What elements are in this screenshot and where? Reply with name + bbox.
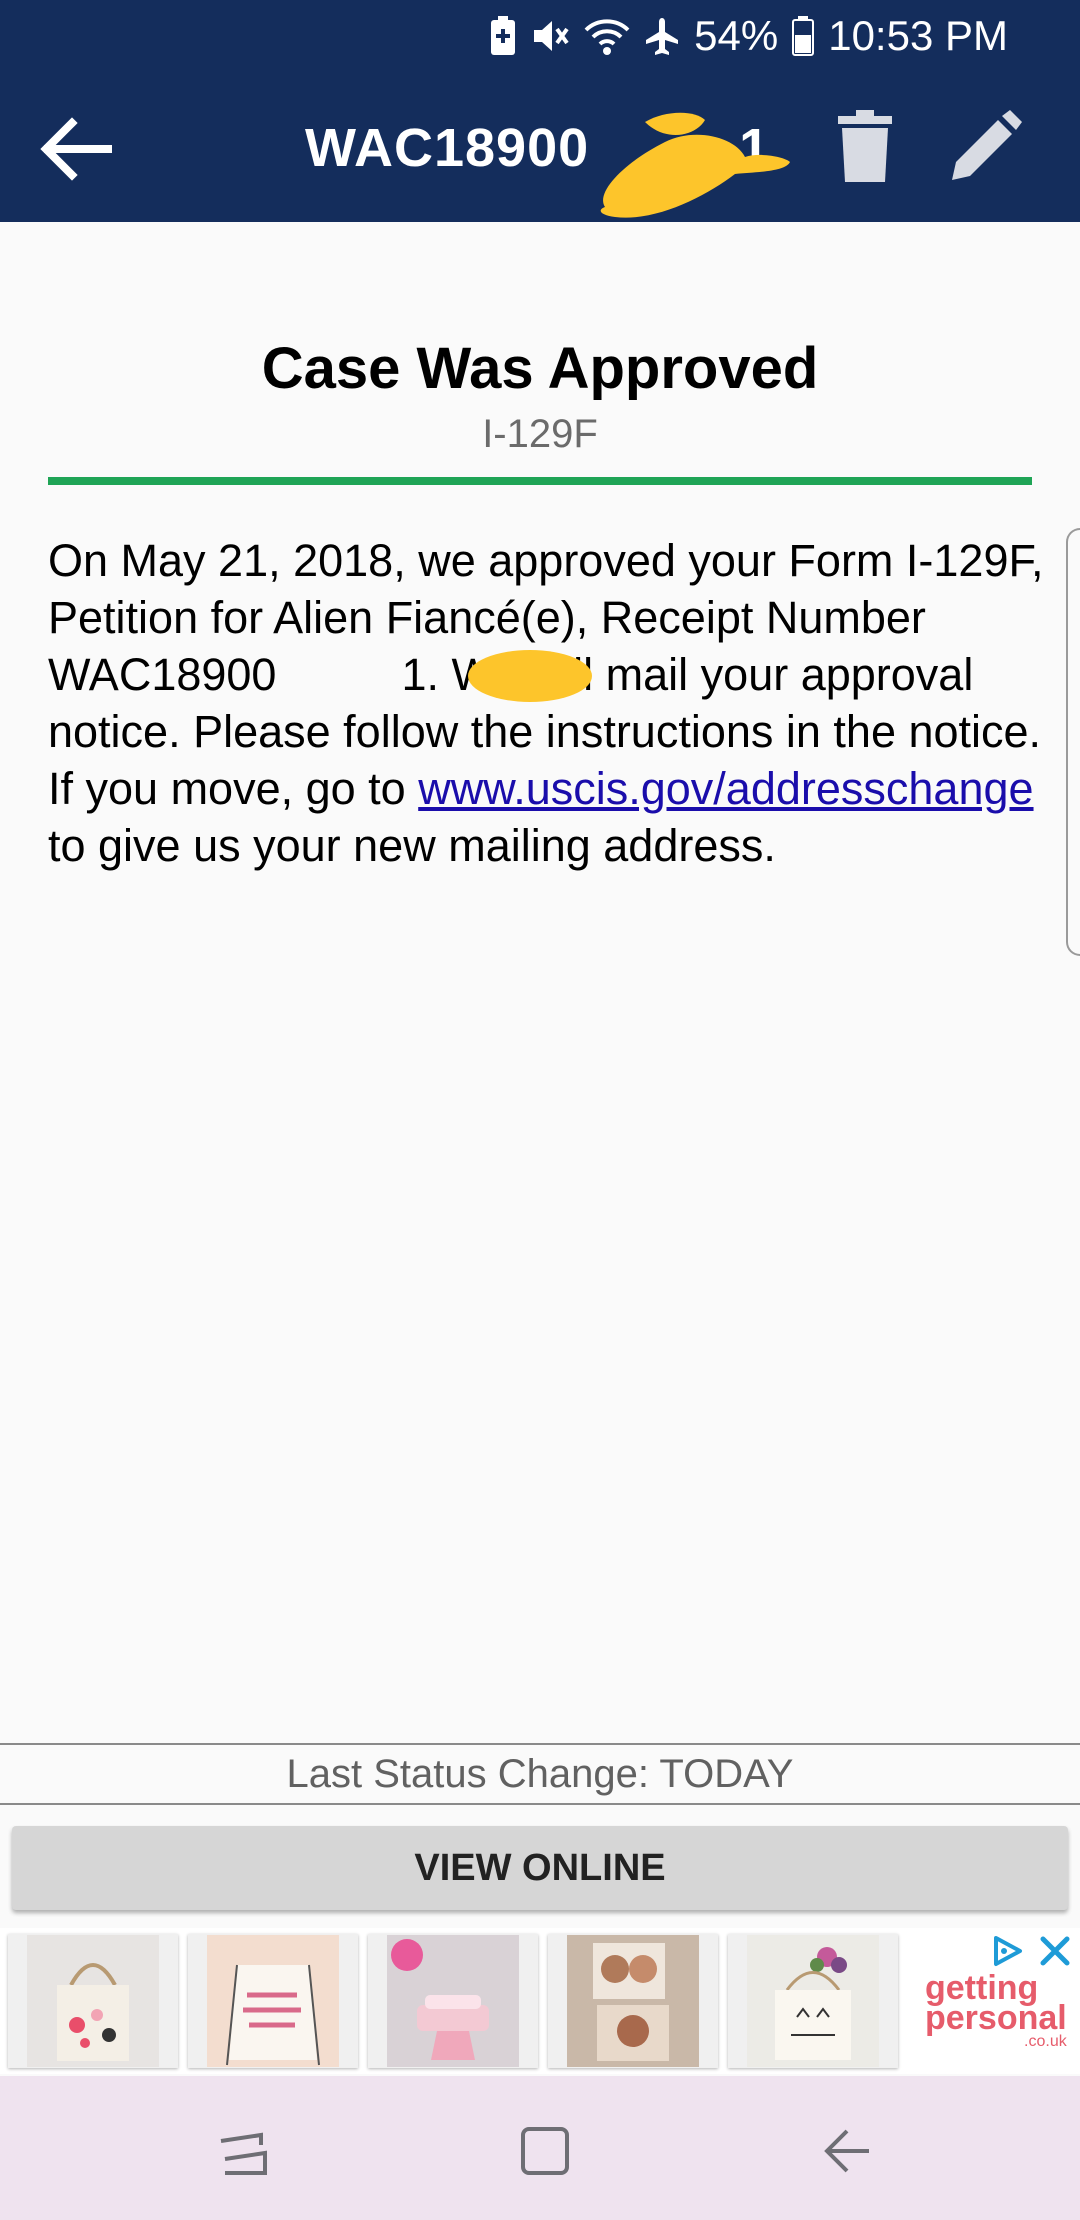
form-type: I-129F [482, 412, 598, 456]
battery-percent: 54% [694, 12, 779, 59]
battery-saver-icon [491, 16, 516, 55]
ad-product-photo-canvas[interactable] [548, 1934, 718, 2068]
recent-apps-icon [220, 2132, 267, 2175]
redaction-blob [468, 650, 592, 702]
status-icons: 54% 10:53 PM [490, 10, 1008, 62]
ad-close-icon[interactable] [1036, 1932, 1074, 1970]
ad-product-cake[interactable] [368, 1934, 538, 2068]
address-change-link[interactable]: www.uscis.gov/addresschange [418, 763, 1033, 814]
ad-brand-line2: personal [925, 1999, 1067, 2037]
app-bar: WAC18900 1 [0, 72, 1080, 222]
home-button[interactable] [510, 2120, 580, 2182]
delete-button[interactable] [820, 102, 910, 192]
tote-bag-image [27, 1935, 159, 2067]
edit-button[interactable] [940, 102, 1030, 192]
nav-back-icon [824, 2129, 869, 2173]
ad-choices-icon[interactable] [990, 1934, 1024, 1968]
redaction-scribble [600, 112, 790, 218]
body-text-end: to give us your new mailing address. [48, 820, 776, 871]
airplane-icon [646, 18, 679, 55]
nav-back-button[interactable] [812, 2120, 882, 2182]
status-divider [48, 477, 1032, 485]
ad-brand-logo[interactable]: getting personal .co.uk [925, 1971, 1067, 2051]
wifi-icon [584, 19, 630, 55]
footer-divider-bottom [0, 1803, 1080, 1805]
footer-divider-top [0, 1743, 1080, 1745]
last-status-change: Last Status Change: TODAY [286, 1752, 794, 1796]
pencil-icon [952, 110, 1022, 180]
cake-image [387, 1935, 519, 2067]
status-bar: 54% 10:53 PM [0, 0, 1080, 72]
drawstring-bag-image [207, 1935, 339, 2067]
case-status-heading: Case Was Approved [261, 336, 819, 401]
battery-icon [792, 16, 815, 56]
view-online-button[interactable]: VIEW ONLINE [12, 1826, 1068, 1910]
vibrate-icon [534, 21, 569, 51]
home-icon [521, 2127, 569, 2175]
back-button[interactable] [30, 104, 120, 194]
receipt-number-prefix: WAC18900 [305, 118, 590, 178]
ad-product-cat-tote[interactable] [728, 1934, 898, 2068]
edge-panel-handle[interactable] [1066, 528, 1080, 956]
trash-icon [838, 110, 892, 182]
ad-banner[interactable]: getting personal .co.uk [0, 1928, 1080, 2074]
arrow-back-icon [40, 117, 112, 181]
clock: 10:53 PM [828, 12, 1008, 59]
system-nav-bar [0, 2076, 1080, 2220]
ad-product-tote-bag[interactable] [8, 1934, 178, 2068]
photo-canvas-image [567, 1935, 699, 2067]
recent-apps-button[interactable] [208, 2120, 278, 2182]
ad-product-drawstring-bag[interactable] [188, 1934, 358, 2068]
cat-tote-image [747, 1935, 879, 2067]
